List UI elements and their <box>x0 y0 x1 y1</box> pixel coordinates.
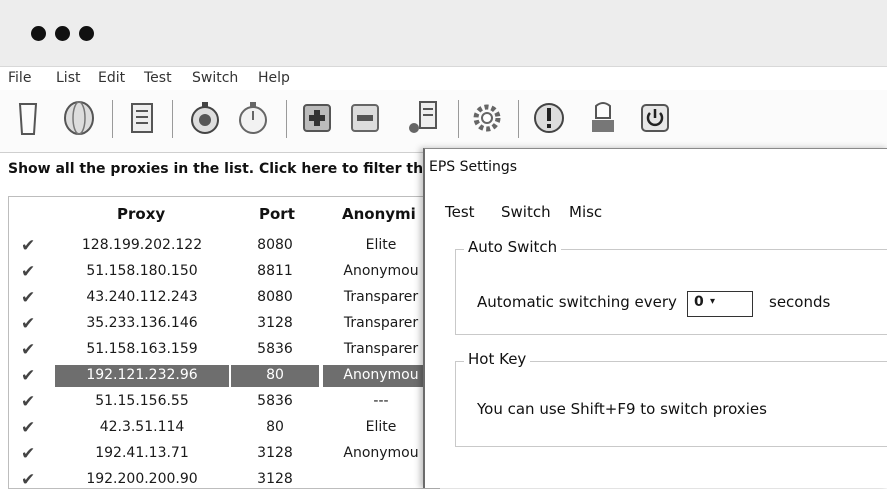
check-icon[interactable]: ✔ <box>21 444 35 464</box>
alert-icon[interactable] <box>530 98 568 138</box>
check-icon[interactable]: ✔ <box>21 262 35 282</box>
menu-bar: File List Edit Test Switch Help <box>0 66 887 91</box>
anonymity-cell: Elite <box>365 419 397 435</box>
toolbar-separator <box>518 100 519 138</box>
check-icon[interactable]: ✔ <box>21 470 35 488</box>
database-user-icon[interactable] <box>404 98 442 138</box>
hot-key-text: You can use Shift+F9 to switch proxies <box>477 400 767 418</box>
check-icon[interactable]: ✔ <box>21 288 35 308</box>
switch-interval-input[interactable]: 0 ▾ <box>687 291 753 317</box>
port-cell: 8080 <box>257 237 293 253</box>
proxy-cell: 192.200.200.90 <box>86 471 198 487</box>
menu-help[interactable]: Help <box>258 70 290 86</box>
check-icon[interactable]: ✔ <box>21 314 35 334</box>
spinner-arrow-icon[interactable]: ▾ <box>710 296 715 307</box>
proxy-cell: 51.158.163.159 <box>86 341 198 357</box>
proxy-cell: 128.199.202.122 <box>81 237 203 253</box>
menu-test[interactable]: Test <box>144 70 172 86</box>
port-cell: 8811 <box>257 263 293 279</box>
list-icon[interactable] <box>122 98 160 138</box>
port-cell: 3128 <box>257 315 293 331</box>
globe-icon[interactable] <box>60 98 98 138</box>
window-control-dot[interactable] <box>31 26 46 41</box>
menu-list[interactable]: List <box>56 70 80 86</box>
menu-switch[interactable]: Switch <box>192 70 238 86</box>
auto-switch-title: Auto Switch <box>464 238 562 256</box>
proxy-cell: 51.158.180.150 <box>86 263 198 279</box>
tab-switch[interactable]: Switch <box>501 203 551 221</box>
check-icon[interactable]: ✔ <box>21 418 35 438</box>
add-proxy-icon[interactable] <box>298 98 336 138</box>
anonymity-cell: Anonymou <box>343 445 419 461</box>
proxy-cell: 42.3.51.114 <box>99 419 185 435</box>
port-cell: 5836 <box>257 341 293 357</box>
table-row[interactable]: ✔ 51.158.163.159 5836 Transparer <box>9 338 439 364</box>
tab-test[interactable]: Test <box>445 203 475 221</box>
clipboard-icon[interactable] <box>10 98 48 138</box>
anonymity-cell: Transparer <box>343 315 419 331</box>
table-row[interactable]: ✔ 192.200.200.90 3128 <box>9 468 439 488</box>
anonymity-cell: Anonymou <box>343 367 419 383</box>
window-titlebar <box>0 0 887 66</box>
port-cell: 5836 <box>257 393 293 409</box>
port-cell: 80 <box>266 367 284 383</box>
remove-proxy-icon[interactable] <box>346 98 384 138</box>
proxy-cell: 35.233.136.146 <box>86 315 198 331</box>
table-row[interactable]: ✔ 51.158.180.150 8811 Anonymou <box>9 260 439 286</box>
proxy-cell: 51.15.156.55 <box>95 393 189 409</box>
filter-hint[interactable]: Show all the proxies in the list. Click … <box>8 161 433 177</box>
switch-interval-value[interactable]: 0 <box>694 294 704 310</box>
window-control-dot[interactable] <box>55 26 70 41</box>
proxy-cell: 192.41.13.71 <box>95 445 189 461</box>
menu-edit[interactable]: Edit <box>98 70 125 86</box>
column-header-port[interactable]: Port <box>259 205 295 223</box>
table-row[interactable]: ✔ 192.121.232.96 80 Anonymou <box>9 364 439 390</box>
stopwatch-add-icon[interactable] <box>186 98 224 138</box>
column-header-proxy[interactable]: Proxy <box>117 205 165 223</box>
power-icon[interactable] <box>636 98 674 138</box>
anonymity-cell: Elite <box>365 237 397 253</box>
toolbar-separator <box>458 100 459 138</box>
anonymity-cell: Anonymou <box>343 263 419 279</box>
settings-gear-icon[interactable] <box>468 98 506 138</box>
table-row[interactable]: ✔ 51.15.156.55 5836 --- <box>9 390 439 416</box>
proxy-cell: 192.121.232.96 <box>86 367 198 383</box>
table-row[interactable]: ✔ 35.233.136.146 3128 Transparer <box>9 312 439 338</box>
check-icon[interactable]: ✔ <box>21 236 35 256</box>
settings-dialog: EPS Settings Test Switch Misc Auto Switc… <box>423 148 887 488</box>
port-cell: 3128 <box>257 471 293 487</box>
hot-key-title: Hot Key <box>464 350 531 368</box>
check-icon[interactable]: ✔ <box>21 392 35 412</box>
anonymity-cell: --- <box>373 393 389 409</box>
toolbar <box>0 90 887 153</box>
stopwatch-icon[interactable] <box>234 98 272 138</box>
dialog-title: EPS Settings <box>429 159 518 175</box>
auto-switch-label: Automatic switching every <box>477 293 677 311</box>
table-row[interactable]: ✔ 43.240.112.243 8080 Transparer <box>9 286 439 312</box>
port-cell: 3128 <box>257 445 293 461</box>
check-icon[interactable]: ✔ <box>21 340 35 360</box>
column-header-anonymity[interactable]: Anonymi <box>342 205 416 223</box>
proxy-cell: 43.240.112.243 <box>86 289 198 305</box>
toolbar-separator <box>112 100 113 138</box>
clear-icon[interactable] <box>584 98 622 138</box>
table-row[interactable]: ✔ 192.41.13.71 3128 Anonymou <box>9 442 439 468</box>
anonymity-cell: Transparer <box>343 289 419 305</box>
proxy-table: Proxy Port Anonymi ✔ 128.199.202.122 8080 E… <box>8 196 440 489</box>
port-cell: 80 <box>266 419 284 435</box>
toolbar-separator <box>172 100 173 138</box>
seconds-label: seconds <box>769 293 831 311</box>
table-row[interactable]: ✔ 128.199.202.122 8080 Elite <box>9 234 439 260</box>
auto-switch-group: Auto Switch <box>455 238 887 335</box>
window-control-dot[interactable] <box>79 26 94 41</box>
anonymity-cell: Transparer <box>343 341 419 357</box>
toolbar-separator <box>286 100 287 138</box>
port-cell: 8080 <box>257 289 293 305</box>
menu-file[interactable]: File <box>8 70 31 86</box>
check-icon[interactable]: ✔ <box>21 366 35 386</box>
tab-misc[interactable]: Misc <box>569 203 602 221</box>
table-row[interactable]: ✔ 42.3.51.114 80 Elite <box>9 416 439 442</box>
